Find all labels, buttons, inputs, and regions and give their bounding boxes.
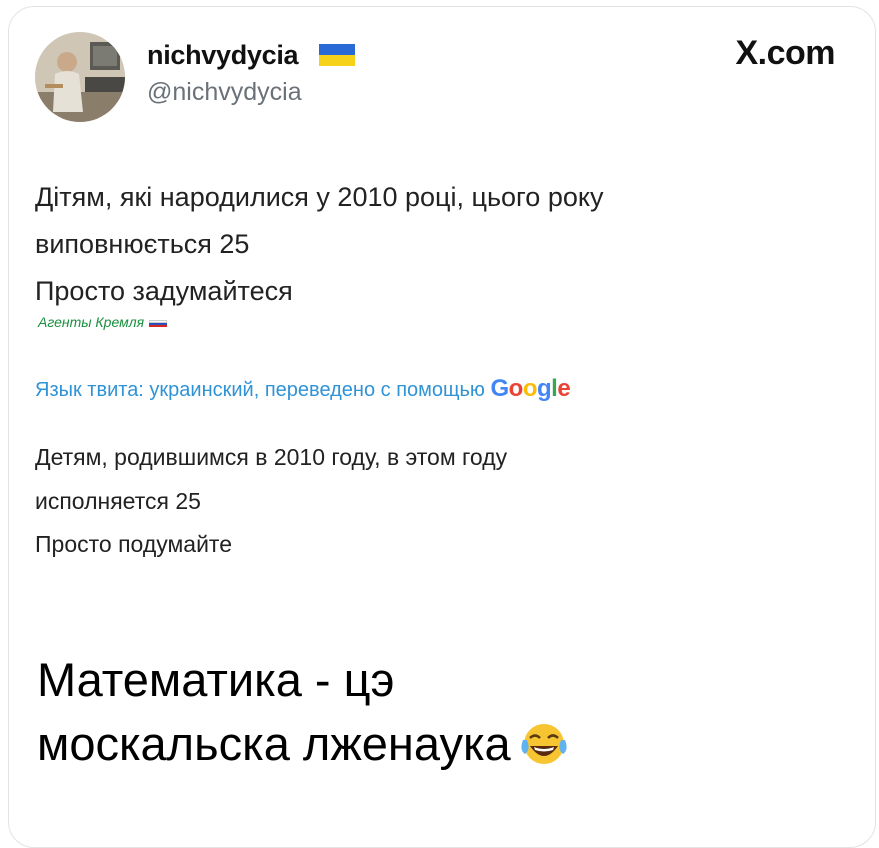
translated-line: исполняется 25	[35, 488, 201, 514]
russia-flag-icon	[149, 320, 168, 328]
translated-line: Просто подумайте	[35, 531, 232, 557]
ukraine-flag-icon	[319, 44, 355, 66]
translation-label-text: Язык твита: украинский, переведено с пом…	[35, 379, 485, 401]
watermark: Агенты Кремля	[38, 314, 168, 330]
display-name[interactable]: nichvydycia	[147, 40, 299, 71]
tweet-line: виповнюється 25	[35, 229, 250, 259]
translated-line: Детям, родившимся в 2010 году, в этом го…	[35, 444, 508, 470]
caption-line-2: москальска лженаука	[37, 720, 569, 775]
translation-label[interactable]: Язык твита: украинский, переведено с пом…	[35, 375, 571, 403]
brand-label: X.com	[735, 34, 835, 72]
tweet-line: Просто задумайтеся	[35, 276, 293, 306]
caption-line-text: москальска лженаука	[37, 717, 511, 770]
caption-line: Математика - цэ	[37, 653, 395, 706]
google-logo: Google	[490, 375, 571, 402]
tweet-line: Дітям, які народилися у 2010 році, цього…	[35, 182, 604, 212]
avatar[interactable]	[35, 32, 125, 122]
watermark-text: Агенты Кремля	[38, 314, 145, 330]
user-handle[interactable]: @nichvydycia	[147, 78, 302, 107]
face-with-tears-of-joy-icon	[519, 720, 569, 775]
